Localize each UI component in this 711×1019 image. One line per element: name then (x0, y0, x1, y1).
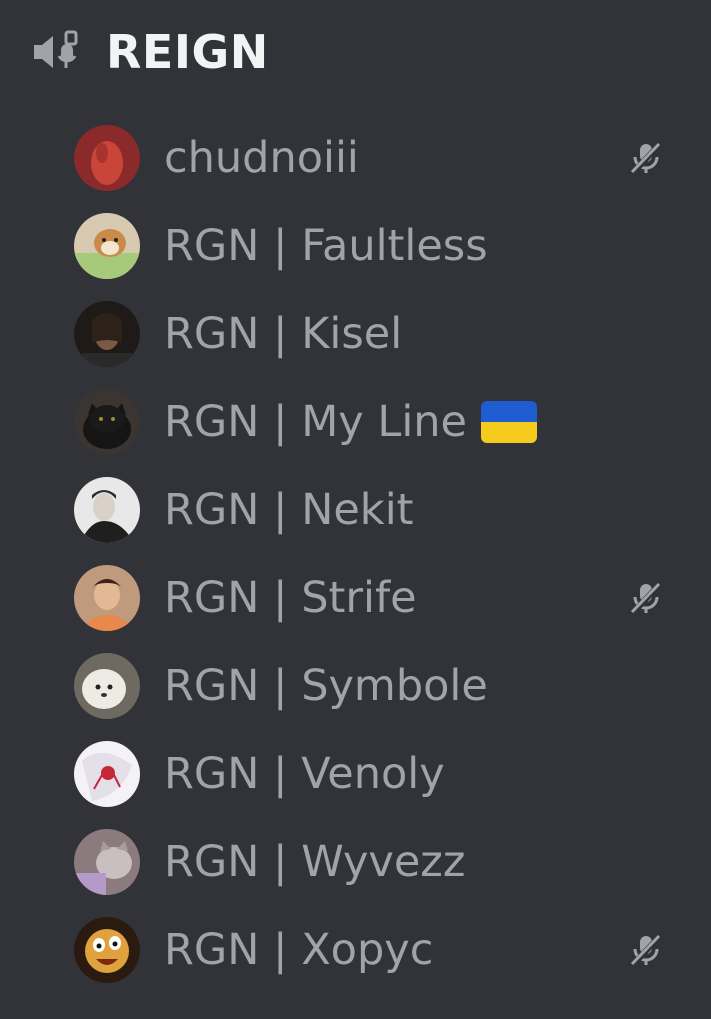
ukraine-flag-icon (481, 401, 538, 443)
muted-microphone-icon (628, 580, 664, 616)
avatar (74, 565, 140, 631)
muted-microphone-icon (628, 140, 664, 176)
avatar (74, 213, 140, 279)
avatar (74, 477, 140, 543)
muted-microphone-icon (628, 932, 664, 968)
voice-user-row[interactable]: RGN | Nekit (74, 466, 684, 554)
username: RGN | Venoly (164, 749, 445, 799)
voice-user-row[interactable]: RGN | Xopyc (74, 906, 684, 994)
voice-user-row[interactable]: RGN | Venoly (74, 730, 684, 818)
username: RGN | Faultless (164, 221, 488, 271)
username: RGN | Wyvezz (164, 837, 466, 887)
channel-title: REIGN (106, 25, 269, 79)
username: RGN | Kisel (164, 309, 403, 359)
voice-user-row[interactable]: RGN | Kisel (74, 290, 684, 378)
voice-user-list: chudnoiii RGN | Faultless RGN | Kisel RG… (74, 114, 684, 994)
avatar (74, 829, 140, 895)
voice-user-row[interactable]: RGN | Wyvezz (74, 818, 684, 906)
avatar (74, 125, 140, 191)
voice-channel-icon (34, 30, 78, 68)
username: RGN | Strife (164, 573, 417, 623)
username: RGN | Symbole (164, 661, 488, 711)
voice-user-row[interactable]: RGN | Symbole (74, 642, 684, 730)
voice-user-row[interactable]: chudnoiii (74, 114, 684, 202)
avatar (74, 301, 140, 367)
voice-user-row[interactable]: RGN | Faultless (74, 202, 684, 290)
username: RGN | My Line (164, 397, 538, 447)
voice-user-row[interactable]: RGN | My Line (74, 378, 684, 466)
voice-channel-header[interactable]: REIGN (30, 22, 269, 82)
voice-user-row[interactable]: RGN | Strife (74, 554, 684, 642)
avatar (74, 741, 140, 807)
avatar (74, 389, 140, 455)
username-text: RGN | My Line (164, 397, 468, 447)
avatar (74, 653, 140, 719)
username: RGN | Nekit (164, 485, 414, 535)
avatar (74, 917, 140, 983)
username: chudnoiii (164, 133, 359, 183)
username: RGN | Xopyc (164, 925, 434, 975)
